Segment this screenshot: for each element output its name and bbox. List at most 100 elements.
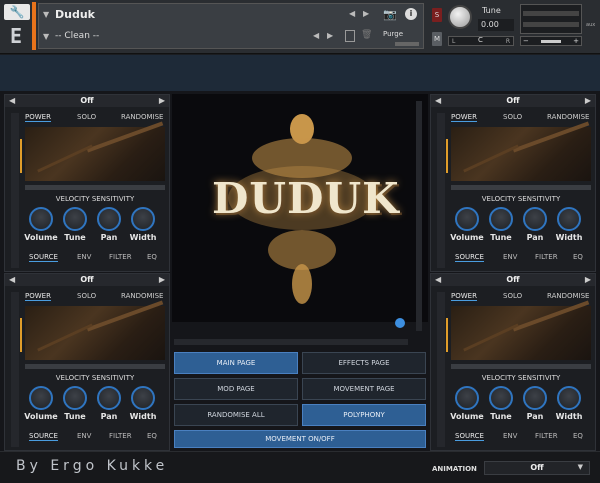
width-knob[interactable]: Width xyxy=(127,207,159,247)
layer-vertical-slider[interactable] xyxy=(437,113,448,268)
tab-power[interactable]: POWER xyxy=(451,113,477,122)
polyphony-button[interactable]: POLYPHONY xyxy=(302,404,426,426)
mod-page-button[interactable]: MOD PAGE xyxy=(174,378,298,400)
solo-button[interactable]: S xyxy=(432,8,442,22)
tab-randomise[interactable]: RANDOMISE xyxy=(547,113,589,121)
prev-preset-icon[interactable]: ◀ xyxy=(313,31,319,40)
layer-module-bottom-right: ◀ Off ▶ POWER SOLO RANDOMISE VELOCITY SE… xyxy=(430,273,596,451)
trash-icon[interactable]: 🗑 xyxy=(361,30,372,40)
instrument-color-strip xyxy=(32,2,36,50)
tab-randomise[interactable]: RANDOMISE xyxy=(121,113,163,121)
mute-button[interactable]: M xyxy=(432,32,442,46)
header-band xyxy=(0,55,600,91)
tab-eq[interactable]: EQ xyxy=(573,253,583,261)
tune-value[interactable]: 0.00 xyxy=(478,19,514,31)
tab-filter[interactable]: FILTER xyxy=(535,432,558,440)
wrench-icon[interactable]: 🔧 xyxy=(4,4,30,20)
tab-env[interactable]: ENV xyxy=(503,432,517,440)
volume-knob[interactable]: Volume xyxy=(450,386,484,426)
tab-solo[interactable]: SOLO xyxy=(503,113,522,121)
layer-horizontal-slider[interactable] xyxy=(451,364,591,369)
center-vertical-slider[interactable] xyxy=(416,101,422,331)
info-icon[interactable]: i xyxy=(405,8,417,20)
animation-select[interactable]: Off ▼ xyxy=(484,461,590,475)
tab-eq[interactable]: EQ xyxy=(573,432,583,440)
volume-knob[interactable]: Volume xyxy=(24,207,58,247)
camera-icon[interactable]: 📷 xyxy=(383,8,397,21)
layer-horizontal-slider[interactable] xyxy=(451,185,591,190)
volume-plus-icon[interactable]: + xyxy=(573,37,579,45)
tune-knob[interactable]: Tune xyxy=(59,386,91,426)
layer-vertical-slider[interactable] xyxy=(11,113,22,268)
volume-knob[interactable]: Volume xyxy=(24,386,58,426)
width-knob[interactable]: Width xyxy=(553,207,585,247)
tab-solo[interactable]: SOLO xyxy=(77,292,96,300)
pan-slider[interactable]: L C R xyxy=(448,36,514,46)
layer-selector[interactable]: ◀ Off ▶ xyxy=(5,274,169,286)
randomise-all-button[interactable]: RANDOMISE ALL xyxy=(174,404,298,426)
instrument-name-row: ▼ Duduk ◀ ▶ 📷 i xyxy=(39,6,423,26)
tune-knob[interactable] xyxy=(448,5,472,29)
layer-slider-mark xyxy=(20,139,22,173)
volume-knob[interactable]: Volume xyxy=(450,207,484,247)
tab-solo[interactable]: SOLO xyxy=(77,113,96,121)
pan-knob[interactable]: Pan xyxy=(519,386,551,426)
next-instrument-icon[interactable]: ▶ xyxy=(363,9,369,18)
next-arrow-icon[interactable]: ▶ xyxy=(159,96,165,105)
layer-selector[interactable]: ◀ Off ▶ xyxy=(5,95,169,107)
level-meters xyxy=(520,4,582,34)
pan-knob[interactable]: Pan xyxy=(93,207,125,247)
pan-knob[interactable]: Pan xyxy=(519,207,551,247)
tab-randomise[interactable]: RANDOMISE xyxy=(547,292,589,300)
layer-selector[interactable]: ◀ Off ▶ xyxy=(431,95,595,107)
tune-knob[interactable]: Tune xyxy=(485,386,517,426)
tab-power[interactable]: POWER xyxy=(25,292,51,301)
width-knob[interactable]: Width xyxy=(553,386,585,426)
next-arrow-icon[interactable]: ▶ xyxy=(585,275,591,284)
next-preset-icon[interactable]: ▶ xyxy=(327,31,333,40)
tab-source[interactable]: SOURCE xyxy=(455,432,484,441)
tab-filter[interactable]: FILTER xyxy=(535,253,558,261)
layer-selector[interactable]: ◀ Off ▶ xyxy=(431,274,595,286)
prev-instrument-icon[interactable]: ◀ xyxy=(349,9,355,18)
tab-power[interactable]: POWER xyxy=(25,113,51,122)
next-arrow-icon[interactable]: ▶ xyxy=(585,96,591,105)
tune-knob[interactable]: Tune xyxy=(59,207,91,247)
pan-knob[interactable]: Pan xyxy=(93,386,125,426)
tab-source[interactable]: SOURCE xyxy=(29,432,58,441)
volume-slider[interactable]: − + xyxy=(520,36,582,46)
layer-horizontal-slider[interactable] xyxy=(25,185,165,190)
width-knob[interactable]: Width xyxy=(127,386,159,426)
purge-menu[interactable]: Purge xyxy=(383,30,403,38)
movement-page-button[interactable]: MOVEMENT PAGE xyxy=(302,378,426,400)
layer-bottom-tabs: SOURCE ENV FILTER EQ xyxy=(451,253,597,265)
effects-page-button[interactable]: EFFECTS PAGE xyxy=(302,352,426,374)
layer-vertical-slider[interactable] xyxy=(11,292,22,447)
layer-slider-mark xyxy=(446,318,448,352)
next-arrow-icon[interactable]: ▶ xyxy=(159,275,165,284)
save-icon[interactable] xyxy=(345,30,355,42)
tab-solo[interactable]: SOLO xyxy=(503,292,522,300)
tab-randomise[interactable]: RANDOMISE xyxy=(121,292,163,300)
tab-power[interactable]: POWER xyxy=(451,292,477,301)
tab-env[interactable]: ENV xyxy=(77,432,91,440)
layer-horizontal-slider[interactable] xyxy=(25,364,165,369)
tab-filter[interactable]: FILTER xyxy=(109,432,132,440)
center-horizontal-slider[interactable] xyxy=(174,339,408,345)
preset-dropdown-icon[interactable]: ▼ xyxy=(43,32,49,41)
author-credit: By Ergo Kukke xyxy=(16,458,169,474)
tab-eq[interactable]: EQ xyxy=(147,253,157,261)
instrument-dropdown-icon[interactable]: ▼ xyxy=(43,10,49,19)
tab-source[interactable]: SOURCE xyxy=(455,253,484,262)
tab-source[interactable]: SOURCE xyxy=(29,253,58,262)
tab-eq[interactable]: EQ xyxy=(147,432,157,440)
tab-env[interactable]: ENV xyxy=(503,253,517,261)
tune-knob[interactable]: Tune xyxy=(485,207,517,247)
main-page-button[interactable]: MAIN PAGE xyxy=(174,352,298,374)
tab-env[interactable]: ENV xyxy=(77,253,91,261)
tab-filter[interactable]: FILTER xyxy=(109,253,132,261)
volume-minus-icon[interactable]: − xyxy=(523,37,529,45)
layer-vertical-slider[interactable] xyxy=(437,292,448,447)
center-indicator-dot[interactable] xyxy=(395,318,405,328)
movement-onoff-button[interactable]: MOVEMENT ON/OFF xyxy=(174,430,426,448)
